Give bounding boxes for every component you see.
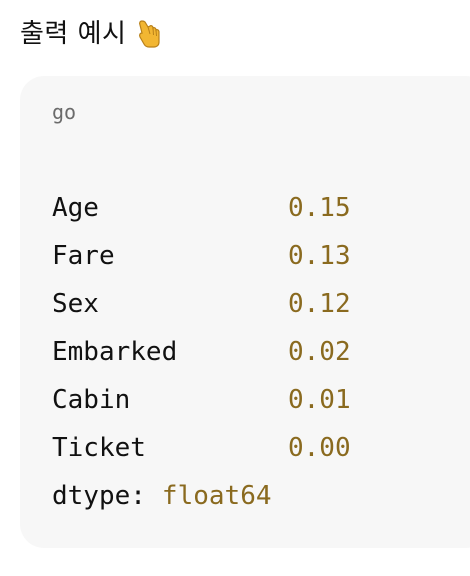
- output-row: Ticket 0.00: [52, 424, 351, 472]
- output-row: Age 0.15: [52, 184, 351, 232]
- code-language-label: go: [52, 100, 77, 124]
- code-block: go Age 0.15 Fare 0.13 Sex 0.12 Embarked …: [20, 76, 470, 548]
- dtype-label: dtype:: [52, 481, 146, 511]
- feature-value: 0.15: [288, 193, 351, 223]
- feature-value: 0.02: [288, 337, 351, 367]
- feature-value: 0.13: [288, 241, 351, 271]
- feature-name: Age: [52, 193, 99, 223]
- code-output: Age 0.15 Fare 0.13 Sex 0.12 Embarked 0.0…: [52, 184, 351, 520]
- output-row: Embarked 0.02: [52, 328, 351, 376]
- feature-value: 0.01: [288, 385, 351, 415]
- heading-text: 출력 예시: [20, 19, 127, 49]
- output-row: Fare 0.13: [52, 232, 351, 280]
- feature-name: Embarked: [52, 337, 178, 367]
- feature-value: 0.12: [288, 289, 351, 319]
- feature-name: Fare: [52, 241, 115, 271]
- feature-value: 0.00: [288, 433, 351, 463]
- hand-pointing-down-icon: [136, 19, 162, 49]
- dtype-value: float64: [161, 481, 272, 511]
- dtype-row: dtype: float64: [52, 472, 351, 520]
- section-heading: 출력 예시: [20, 14, 162, 54]
- feature-name: Ticket: [52, 433, 146, 463]
- feature-name: Sex: [52, 289, 99, 319]
- feature-name: Cabin: [52, 385, 131, 415]
- output-row: Sex 0.12: [52, 280, 351, 328]
- output-row: Cabin 0.01: [52, 376, 351, 424]
